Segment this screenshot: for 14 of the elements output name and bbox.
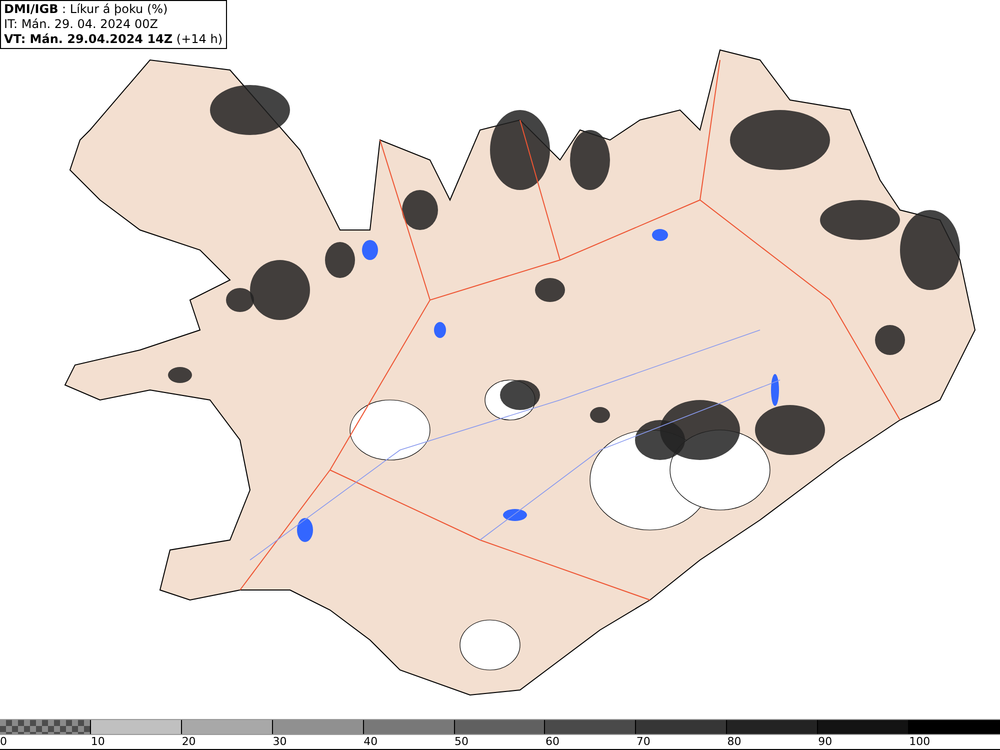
legend-label: 60 — [545, 735, 560, 749]
legend-label: 20 — [182, 735, 196, 749]
map-info-text: IT: Mán. 29. 04. 2024 00Z — [4, 17, 159, 32]
legend-label: 10 — [90, 735, 105, 749]
legend-label: 90 — [818, 735, 832, 749]
legend-label: 100 — [909, 735, 930, 749]
map-info-text: DMI/IGB : Líkur á þoku (%) — [4, 2, 169, 17]
legend-label: 80 — [727, 735, 742, 749]
legend-label: 50 — [454, 735, 469, 749]
legend-label: 70 — [636, 735, 650, 749]
legend-label: 30 — [272, 735, 287, 749]
legend-label: 0 — [0, 735, 7, 749]
map-info-text: VT: Mán. 29.04.2024 14Z (+14 h) — [4, 32, 223, 47]
legend-label: 40 — [364, 735, 378, 749]
